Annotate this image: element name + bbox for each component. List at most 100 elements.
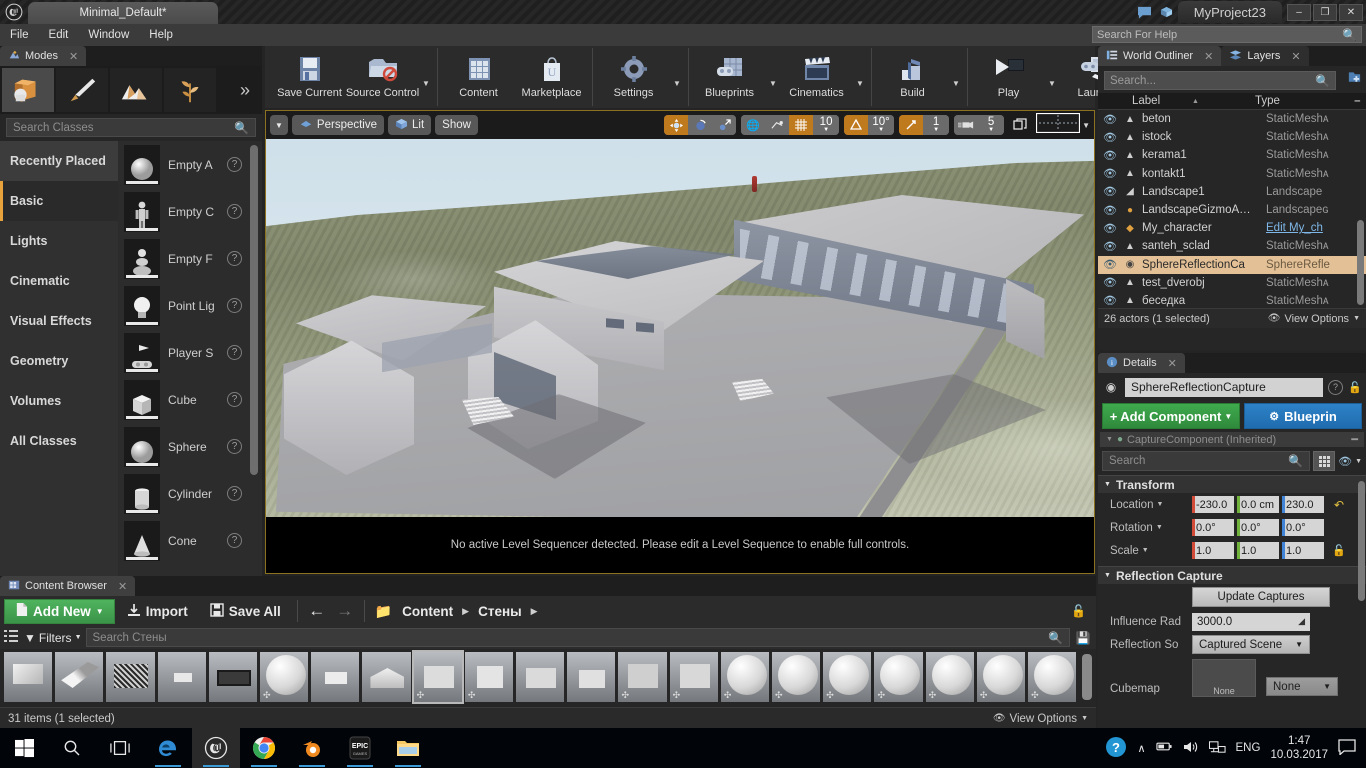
section-transform-header[interactable]: ▼ Transform <box>1098 475 1366 493</box>
view-mode-dropdown[interactable]: Lit <box>388 115 432 135</box>
restore-button[interactable]: ❐ <box>1313 3 1337 21</box>
viewport-layout-dropdown[interactable]: ▼ <box>1035 112 1090 138</box>
help-icon[interactable]: ? <box>1328 379 1343 395</box>
help-icon[interactable]: ? <box>227 439 242 454</box>
location-x-field[interactable]: -230.0 <box>1192 496 1234 513</box>
asset-item[interactable]: Point Lig ? <box>118 282 262 329</box>
visibility-eye-icon[interactable]: 👁 <box>1102 204 1118 217</box>
cinematics-caret-icon[interactable]: ▼ <box>853 48 867 106</box>
help-icon[interactable]: ? <box>227 345 242 360</box>
tab-modes[interactable]: Modes ✕ <box>0 46 87 66</box>
tab-layers[interactable]: Layers ✕ <box>1221 46 1309 66</box>
asset-tile[interactable]: ✣ <box>618 652 667 702</box>
asset-item[interactable]: Sphere ? <box>118 423 262 470</box>
visibility-eye-icon[interactable]: 👁 <box>1102 258 1118 271</box>
scale-z-field[interactable]: 1.0 <box>1282 542 1324 559</box>
feedback-icon[interactable] <box>1134 1 1156 23</box>
rotation-z-field[interactable]: 0.0° <box>1282 519 1324 536</box>
component-row[interactable]: ▼ ● CaptureComponent (Inherited) ━ <box>1100 432 1364 447</box>
save-search-icon[interactable]: 💾 <box>1074 631 1092 645</box>
asset-tile[interactable]: ✣ <box>260 652 309 702</box>
category-cinematic[interactable]: Cinematic <box>0 261 118 301</box>
asset-tile[interactable]: ✣ <box>669 652 718 702</box>
location-y-field[interactable]: 0.0 cm <box>1237 496 1279 513</box>
grid-snap-icon[interactable] <box>789 115 814 135</box>
asset-tile[interactable]: ✣ <box>976 652 1026 702</box>
menu-help[interactable]: Help <box>139 24 183 46</box>
marketplace-button[interactable]: U Marketplace <box>515 48 588 106</box>
asset-tile[interactable]: ✣ <box>874 652 923 702</box>
outliner-row[interactable]: 👁 ▲ kerama1 StaticMeshᴀ <box>1098 146 1366 164</box>
close-button[interactable]: ✕ <box>1339 3 1363 21</box>
minimize-button[interactable]: – <box>1287 3 1311 21</box>
category-volumes[interactable]: Volumes <box>0 381 118 421</box>
build-caret-icon[interactable]: ▼ <box>949 48 963 106</box>
menu-file[interactable]: File <box>0 24 39 46</box>
angle-snap-value[interactable]: 10° ▼ <box>868 115 895 135</box>
asset-tile[interactable]: ✣ <box>464 652 514 702</box>
visibility-eye-icon[interactable]: 👁 <box>1102 222 1118 235</box>
help-search-input[interactable]: Search For Help 🔍 <box>1092 26 1362 43</box>
column-options-icon[interactable]: ━ <box>1355 96 1360 107</box>
search-classes-input[interactable]: Search Classes 🔍 <box>6 118 256 137</box>
paint-mode-icon[interactable] <box>56 68 108 112</box>
camera-speed-icon[interactable] <box>954 115 979 135</box>
source-control-button[interactable]: Source Control <box>346 48 419 106</box>
lock-icon[interactable]: 🔓 <box>1348 381 1362 394</box>
location-z-field[interactable]: 230.0 <box>1282 496 1324 513</box>
grid-view-icon[interactable] <box>1313 451 1336 471</box>
help-icon[interactable]: ? <box>227 533 242 548</box>
eye-icon[interactable]: 👁 <box>1338 455 1352 468</box>
search-button[interactable] <box>48 728 96 768</box>
outliner-row[interactable]: 👁 ▲ santeh_sclad StaticMeshᴀ <box>1098 237 1366 255</box>
notification-icon[interactable] <box>1338 738 1356 758</box>
scale-gizmo-icon[interactable] <box>712 115 737 135</box>
asset-tile[interactable] <box>516 652 565 702</box>
content-search-input[interactable]: Search Стены 🔍 <box>85 628 1070 647</box>
level-tab[interactable]: Minimal_Default* <box>28 2 218 24</box>
cloud-icon[interactable] <box>1156 1 1178 23</box>
edge-button[interactable] <box>144 728 192 768</box>
breadcrumb-content[interactable]: Content <box>398 604 457 619</box>
asset-item[interactable]: Cone ? <box>118 517 262 564</box>
chrome-button[interactable] <box>240 728 288 768</box>
tab-content-browser[interactable]: Content Browser ✕ <box>0 576 136 596</box>
location-label[interactable]: Location ▼ <box>1110 499 1188 511</box>
help-icon[interactable]: ? <box>227 157 242 172</box>
language-indicator[interactable]: ENG <box>1236 742 1261 754</box>
update-captures-button[interactable]: Update Captures <box>1192 587 1330 607</box>
cinematics-button[interactable]: Cinematics <box>780 48 853 106</box>
asset-tile[interactable] <box>311 652 360 702</box>
camera-mode-dropdown[interactable]: Perspective <box>291 115 385 135</box>
asset-item[interactable]: Empty F ? <box>118 235 262 282</box>
details-scrollbar[interactable] <box>1358 481 1365 601</box>
influence-radius-field[interactable]: 3000.0 ◢ <box>1192 612 1310 631</box>
section-reflection-capture-header[interactable]: ▼ Reflection Capture <box>1098 566 1366 584</box>
cubemap-thumbnail[interactable]: None <box>1192 659 1256 697</box>
play-button[interactable]: Play <box>972 48 1045 106</box>
explorer-button[interactable] <box>384 728 432 768</box>
asset-tile[interactable] <box>106 652 155 702</box>
epic-games-button[interactable]: EPIC GAMES <box>336 728 384 768</box>
add-folder-icon[interactable] <box>1342 70 1366 89</box>
close-icon[interactable]: ✕ <box>1168 357 1177 370</box>
landscape-mode-icon[interactable] <box>110 68 162 112</box>
translate-gizmo-icon[interactable] <box>664 115 689 135</box>
actor-name-field[interactable]: SphereReflectionCapture <box>1125 377 1323 397</box>
arrow-left-icon[interactable]: ← <box>304 601 330 621</box>
viewport-scene[interactable] <box>266 139 1094 517</box>
visibility-eye-icon[interactable]: 👁 <box>1102 276 1118 289</box>
asset-tile-selected[interactable]: ✣ <box>411 650 464 704</box>
play-caret-icon[interactable]: ▼ <box>1045 48 1059 106</box>
category-all-classes[interactable]: All Classes <box>0 421 118 461</box>
drag-handle-icon[interactable]: ◢ <box>1298 616 1305 627</box>
show-flags-dropdown[interactable]: Show <box>435 115 478 135</box>
maximize-viewport-icon[interactable] <box>1007 118 1033 132</box>
outliner-view-options[interactable]: 👁 View Options ▼ <box>1268 313 1360 325</box>
reflection-source-dropdown[interactable]: Captured Scene ▼ <box>1192 635 1310 654</box>
world-space-icon[interactable]: 🌐 <box>741 115 766 135</box>
category-basic[interactable]: Basic <box>0 181 118 221</box>
battery-icon[interactable] <box>1155 740 1173 756</box>
actor-type-link[interactable]: Edit My_ch <box>1266 222 1366 234</box>
menu-window[interactable]: Window <box>78 24 139 46</box>
